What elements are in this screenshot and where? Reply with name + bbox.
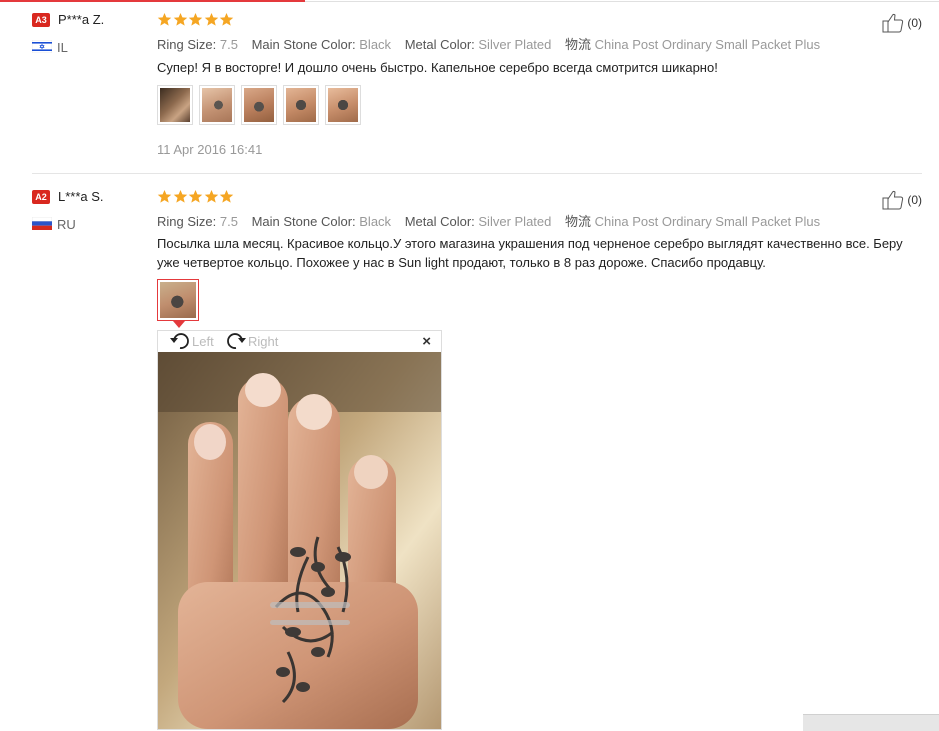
photo-viewer: Left Right × bbox=[157, 330, 442, 730]
spec-value: Silver Plated bbox=[478, 214, 552, 229]
spec-key: Main Stone Color: bbox=[251, 37, 356, 52]
israel-flag-icon bbox=[32, 40, 52, 53]
spec-key: 物流 bbox=[565, 214, 592, 229]
review-photo-thumbnail[interactable] bbox=[199, 85, 235, 125]
helpful-count: (0) bbox=[907, 16, 922, 30]
spec-value: China Post Ordinary Small Packet Plus bbox=[594, 37, 821, 52]
star-icon bbox=[173, 12, 187, 26]
spec-value: China Post Ordinary Small Packet Plus bbox=[594, 214, 821, 229]
hand-ring-photo bbox=[158, 352, 441, 729]
thumbs-up-icon bbox=[882, 190, 904, 210]
russia-flag-icon bbox=[32, 217, 52, 230]
spec-value: Black bbox=[359, 37, 392, 52]
spec-key: Metal Color: bbox=[404, 37, 475, 52]
review-specs: Ring Size: 7.5 Main Stone Color: Black M… bbox=[157, 211, 820, 230]
top-border bbox=[0, 0, 939, 3]
country-code: IL bbox=[57, 40, 68, 55]
star-icon bbox=[204, 189, 218, 203]
viewer-pointer bbox=[173, 321, 185, 328]
country-code: RU bbox=[57, 217, 76, 232]
rotate-left-button[interactable]: Left bbox=[169, 332, 214, 350]
star-icon bbox=[219, 189, 234, 203]
rotate-left-label: Left bbox=[192, 333, 214, 349]
spec-value: 7.5 bbox=[219, 37, 238, 52]
star-rating bbox=[157, 189, 235, 204]
helpful-count: (0) bbox=[907, 193, 922, 207]
viewer-toolbar: Left Right × bbox=[158, 331, 441, 352]
spec-key: 物流 bbox=[565, 37, 592, 52]
horizontal-scrollbar[interactable] bbox=[803, 714, 939, 731]
star-icon bbox=[188, 12, 203, 26]
review-date: 11 Apr 2016 16:41 bbox=[157, 142, 263, 157]
spec-value: Black bbox=[359, 214, 392, 229]
review-photo-thumbnail[interactable] bbox=[157, 85, 193, 125]
star-rating bbox=[157, 12, 235, 27]
enlarged-review-photo bbox=[158, 352, 441, 729]
star-icon bbox=[204, 12, 218, 26]
spec-key: Main Stone Color: bbox=[251, 214, 356, 229]
review-specs: Ring Size: 7.5 Main Stone Color: Black M… bbox=[157, 34, 820, 53]
user-name: L***a S. bbox=[58, 189, 104, 204]
spec-key: Metal Color: bbox=[404, 214, 475, 229]
review-item: A3 P***a Z. IL (0) Ring Size: 7.5 Main S… bbox=[32, 10, 922, 170]
review-photos bbox=[157, 279, 205, 321]
close-button[interactable]: × bbox=[422, 333, 431, 350]
spec-key: Ring Size: bbox=[157, 214, 217, 229]
review-photo-thumbnail[interactable] bbox=[325, 85, 361, 125]
spec-key: Ring Size: bbox=[157, 37, 217, 52]
buyer-level-badge: A2 bbox=[32, 190, 50, 204]
star-icon bbox=[188, 189, 203, 203]
helpful-button[interactable]: (0) bbox=[882, 190, 922, 210]
buyer-level-badge: A3 bbox=[32, 13, 50, 27]
star-icon bbox=[157, 189, 172, 203]
rotate-right-icon bbox=[227, 333, 246, 349]
star-icon bbox=[157, 12, 172, 26]
user-name: P***a Z. bbox=[58, 12, 105, 27]
review-item: A2 L***a S. RU (0) Ring Size: 7.5 Main S… bbox=[32, 187, 922, 327]
helpful-button[interactable]: (0) bbox=[882, 13, 922, 33]
star-icon bbox=[219, 12, 234, 26]
rotate-left-icon bbox=[170, 333, 189, 349]
review-photo-thumbnail[interactable] bbox=[157, 279, 199, 321]
rotate-right-label: Right bbox=[248, 333, 279, 349]
star-icon bbox=[173, 189, 187, 203]
review-divider bbox=[32, 173, 922, 174]
spec-value: Silver Plated bbox=[478, 37, 552, 52]
review-photo-thumbnail[interactable] bbox=[283, 85, 319, 125]
review-text: Посылка шла месяц. Красивое кольцо.У это… bbox=[157, 236, 903, 270]
spec-value: 7.5 bbox=[219, 214, 238, 229]
thumbs-up-icon bbox=[882, 13, 904, 33]
review-text: Супер! Я в восторге! И дошло очень быстр… bbox=[157, 60, 718, 75]
review-photos bbox=[157, 85, 367, 125]
rotate-right-button[interactable]: Right bbox=[225, 332, 278, 350]
review-photo-thumbnail[interactable] bbox=[241, 85, 277, 125]
